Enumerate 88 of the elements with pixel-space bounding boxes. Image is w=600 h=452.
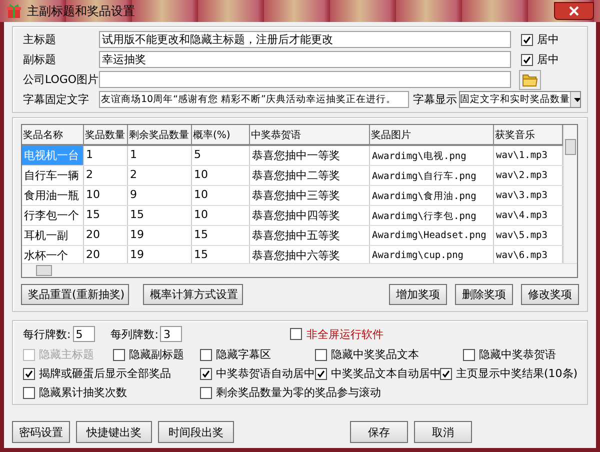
checkmark-icon xyxy=(25,370,33,378)
table-cell: 10 xyxy=(192,166,250,185)
checkmark-icon xyxy=(317,370,325,378)
column-header[interactable]: 奖品图片 xyxy=(370,125,494,144)
footer-button[interactable]: 保存 xyxy=(350,421,408,443)
table-cell: 耳机一副 xyxy=(22,226,84,245)
action-button[interactable]: 删除奖项 xyxy=(455,284,513,305)
table-cell: 10 xyxy=(192,206,250,225)
number-field[interactable]: 5 xyxy=(72,326,95,342)
table-cell: 2 xyxy=(84,166,128,185)
folder-button[interactable] xyxy=(519,70,541,90)
checkbox-label: 居中 xyxy=(537,32,559,47)
action-button[interactable]: 修改奖项 xyxy=(521,284,579,305)
table-cell: 恭喜您抽中二等奖 xyxy=(250,166,370,185)
table-cell: 20 xyxy=(84,226,128,245)
checkbox[interactable]: 中奖恭贺语自动居中 xyxy=(200,366,315,381)
table-cell: Awardimg\食用油.png xyxy=(370,186,494,205)
action-button[interactable]: 奖品重置(重新抽奖) xyxy=(21,284,129,305)
action-button[interactable]: 增加奖项 xyxy=(389,284,447,305)
table-cell: 15 xyxy=(84,206,128,225)
column-header[interactable]: 奖品名称 xyxy=(22,125,84,144)
checkbox[interactable]: 隐藏累计抽奖次数 xyxy=(23,385,200,400)
table-cell: 19 xyxy=(128,226,192,245)
table-cell: 自行车一辆 xyxy=(22,166,84,185)
checkbox[interactable]: 隐藏中奖奖品文本 xyxy=(315,347,463,362)
table-cell: 15 xyxy=(192,226,250,245)
horizontal-scrollbar[interactable] xyxy=(22,263,577,277)
field-label: 每列牌数: xyxy=(110,326,158,342)
footer-button[interactable]: 时间段出奖 xyxy=(158,421,234,443)
table-cell: Awardimg\行李包.png xyxy=(370,206,494,225)
checkbox[interactable]: 非全屏运行软件 xyxy=(290,326,384,342)
text-field[interactable]: 试用版不能更改和隐藏主标题，注册后才能更改 xyxy=(99,31,511,48)
checkbox-label: 居中 xyxy=(537,52,559,67)
field-label: 主标题 xyxy=(23,32,57,47)
table-cell: 2 xyxy=(128,166,192,185)
checkbox[interactable]: 剩余奖品数量为零的奖品参与滚动 xyxy=(200,385,579,400)
table-cell: 食用油一瓶 xyxy=(22,186,84,205)
checkbox[interactable]: 居中 xyxy=(521,52,559,67)
checkbox[interactable]: 居中 xyxy=(521,32,559,47)
table-cell: Awardimg\Headset.png xyxy=(370,226,494,245)
table-cell: 10 xyxy=(192,186,250,205)
table-cell: 恭喜您抽中四等奖 xyxy=(250,206,370,225)
footer-button[interactable]: 密码设置 xyxy=(12,421,70,443)
field-label: 字幕显示 xyxy=(413,92,458,107)
column-header[interactable]: 概率(%) xyxy=(192,125,250,144)
checkbox[interactable]: 中奖奖品文本自动居中 xyxy=(315,366,440,381)
checkbox[interactable]: 隐藏字幕区 xyxy=(200,347,315,362)
close-button[interactable] xyxy=(554,2,594,20)
table-cell: 9 xyxy=(128,186,192,205)
checkbox[interactable]: 隐藏中奖恭贺语 xyxy=(463,347,579,362)
gift-icon xyxy=(6,3,22,19)
table-cell: 恭喜您抽中一等奖 xyxy=(250,146,370,165)
footer-button[interactable]: 取消 xyxy=(414,421,472,443)
table-cell: Awardimg\自行车.png xyxy=(370,166,494,185)
column-header[interactable]: 剩余奖品数量 xyxy=(128,125,192,144)
text-field[interactable] xyxy=(99,71,511,88)
checkbox[interactable]: 揭牌或砸蛋后显示全部奖品 xyxy=(23,366,200,381)
text-field[interactable]: 友谊商场10周年“感谢有您 精彩不断”庆典活动幸运抽奖正在进行。 xyxy=(99,91,409,108)
table-cell: 1 xyxy=(128,146,192,165)
number-field[interactable]: 3 xyxy=(160,326,182,342)
checkbox[interactable]: 隐藏副标题 xyxy=(113,347,200,362)
table-cell: 电视机一台 xyxy=(22,146,84,165)
checkbox[interactable]: 主页显示中奖结果(10条) xyxy=(440,366,579,381)
table-cell: 15 xyxy=(128,206,192,225)
footer-button[interactable]: 快捷键出奖 xyxy=(76,421,152,443)
checkmark-icon xyxy=(202,370,210,378)
text-field[interactable]: 幸运抽奖 xyxy=(99,51,511,68)
table-cell: 恭喜您抽中三等奖 xyxy=(250,186,370,205)
action-button[interactable]: 概率计算方式设置 xyxy=(143,284,243,305)
table-cell: 1 xyxy=(84,146,128,165)
close-icon xyxy=(569,6,579,16)
table-cell: Awardimg\电视.png xyxy=(370,146,494,165)
folder-icon xyxy=(522,72,538,86)
field-label: 副标题 xyxy=(23,52,57,67)
vertical-scrollbar[interactable] xyxy=(563,125,577,263)
field-label: 字幕固定文字 xyxy=(23,92,90,107)
caret-icon xyxy=(574,98,580,102)
field-label: 公司LOGO图片 xyxy=(23,72,99,87)
table-cell: 5 xyxy=(192,146,250,165)
table-cell: 行李包一个 xyxy=(22,206,84,225)
table-cell: 10 xyxy=(84,186,128,205)
dropdown[interactable]: 固定文字和实时奖品数量 xyxy=(459,91,581,108)
window-title: 主副标题和奖品设置 xyxy=(27,2,135,20)
column-header[interactable]: 中奖恭贺语 xyxy=(250,125,370,144)
table-cell: 恭喜您抽中五等奖 xyxy=(250,226,370,245)
column-header[interactable]: 奖品数量 xyxy=(84,125,128,144)
field-label: 每行牌数: xyxy=(23,326,71,342)
checkmark-icon xyxy=(442,370,450,378)
